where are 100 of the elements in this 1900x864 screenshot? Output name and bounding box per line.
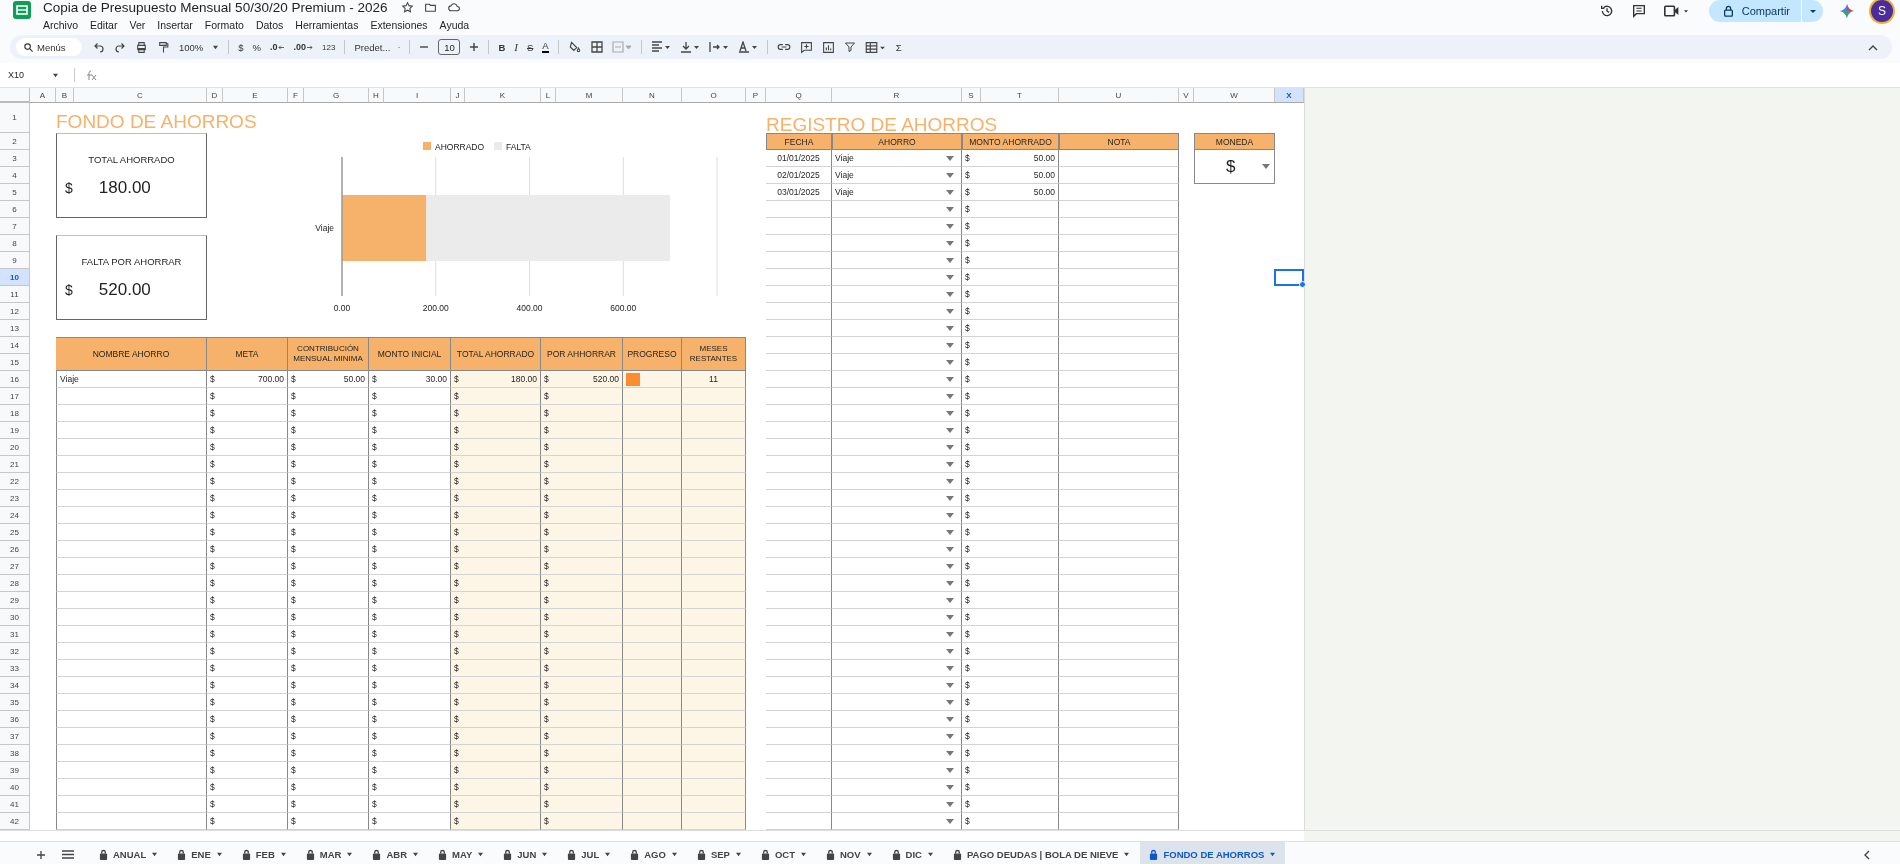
row-header[interactable]: 18 [0, 405, 30, 422]
row-header[interactable]: 27 [0, 558, 30, 575]
borders-icon[interactable] [590, 41, 603, 53]
percent-format-button[interactable]: % [252, 41, 262, 53]
row-header[interactable]: 38 [0, 745, 30, 762]
font-size-field[interactable]: 10 [438, 39, 461, 55]
fill-bucket-icon[interactable] [567, 40, 582, 54]
row-header[interactable]: 6 [0, 201, 30, 218]
row-header[interactable]: 20 [0, 439, 30, 456]
dropdown-arrow-icon[interactable] [946, 529, 954, 535]
text-wrap-icon[interactable] [708, 41, 729, 53]
row-header[interactable]: 23 [0, 490, 30, 507]
dropdown-arrow-icon[interactable] [946, 478, 954, 484]
sheet-tab[interactable]: JUL [558, 841, 621, 864]
dropdown-arrow-icon[interactable] [946, 223, 954, 229]
dropdown-arrow-icon[interactable] [946, 274, 954, 280]
number-format-button[interactable]: 123 [322, 42, 336, 52]
increase-decimals-button[interactable]: .00 [293, 42, 314, 52]
dropdown-arrow-icon[interactable] [946, 767, 954, 773]
row-header[interactable]: 31 [0, 626, 30, 643]
dropdown-arrow-icon[interactable] [946, 716, 954, 722]
row-header[interactable]: 41 [0, 796, 30, 813]
menu-item[interactable]: Editar [90, 19, 118, 31]
dropdown-arrow-icon[interactable] [946, 563, 954, 569]
paint-roller-icon[interactable] [157, 40, 170, 54]
dropdown-cell[interactable] [832, 235, 962, 252]
dropdown-cell[interactable] [832, 439, 962, 456]
search-field[interactable]: Menús [16, 38, 82, 56]
dropdown-arrow-icon[interactable] [946, 631, 954, 637]
column-header[interactable]: D [207, 88, 223, 103]
dropdown-arrow-icon[interactable] [946, 818, 954, 824]
dropdown-cell[interactable] [832, 524, 962, 541]
chevron-up-icon[interactable] [1868, 43, 1878, 51]
dropdown-cell[interactable] [832, 796, 962, 813]
dropdown-arrow-icon[interactable] [946, 546, 954, 552]
sheet-tab[interactable]: SEP [687, 841, 751, 864]
row-header[interactable]: 29 [0, 592, 30, 609]
dropdown-arrow-icon[interactable] [946, 325, 954, 331]
dropdown-arrow-icon[interactable] [946, 444, 954, 450]
text-color-button[interactable]: A [542, 41, 549, 53]
dropdown-cell[interactable] [832, 711, 962, 728]
menu-item[interactable]: Datos [255, 19, 284, 31]
sheet-tab[interactable]: ANUAL [90, 841, 168, 864]
row-header[interactable]: 8 [0, 235, 30, 252]
menu-item[interactable]: Ayuda [439, 19, 470, 31]
row-header[interactable]: 39 [0, 762, 30, 779]
vertical-align-icon[interactable] [679, 41, 700, 53]
menu-item[interactable]: Insertar [157, 19, 193, 31]
dropdown-cell[interactable] [832, 558, 962, 575]
dropdown-cell[interactable] [832, 286, 962, 303]
column-header[interactable]: X [1275, 88, 1304, 103]
dropdown-arrow-icon[interactable] [1262, 164, 1270, 169]
sheet-tab[interactable]: ENE [168, 841, 232, 864]
sheet-tab[interactable]: MAR [296, 841, 363, 864]
dropdown-cell[interactable] [832, 422, 962, 439]
column-header[interactable]: C [74, 88, 207, 103]
strikethrough-button[interactable]: S [527, 41, 534, 53]
dropdown-arrow-icon[interactable] [946, 597, 954, 603]
dropdown-arrow-icon[interactable] [946, 376, 954, 382]
sheet-tab[interactable]: NOV [816, 841, 882, 864]
column-header[interactable]: E [223, 88, 288, 103]
row-header[interactable]: 22 [0, 473, 30, 490]
dropdown-cell[interactable] [832, 609, 962, 626]
dropdown-cell[interactable] [832, 405, 962, 422]
dropdown-cell[interactable] [832, 779, 962, 796]
column-header[interactable]: S [962, 88, 981, 103]
dropdown-arrow-icon[interactable] [946, 172, 954, 178]
italic-button[interactable]: I [514, 41, 518, 53]
sheet-tab[interactable]: FONDO DE AHORROS [1140, 841, 1286, 864]
dropdown-cell[interactable]: Viaje [832, 150, 962, 167]
add-sheet-icon[interactable] [36, 849, 46, 860]
dropdown-cell[interactable] [832, 388, 962, 405]
link-icon[interactable] [776, 41, 791, 53]
column-header[interactable]: N [623, 88, 682, 103]
column-header[interactable]: A [30, 88, 56, 103]
dropdown-cell[interactable] [832, 507, 962, 524]
menu-item[interactable]: Herramientas [295, 19, 359, 31]
dropdown-cell[interactable] [832, 269, 962, 286]
column-header[interactable]: F [288, 88, 304, 103]
dropdown-arrow-icon[interactable] [946, 801, 954, 807]
dropdown-cell[interactable] [832, 643, 962, 660]
column-header[interactable]: Q [766, 88, 832, 103]
text-rotation-icon[interactable] [737, 41, 758, 53]
menu-item[interactable]: Ver [129, 19, 146, 31]
history-icon[interactable] [1598, 3, 1615, 19]
chevron-left-icon[interactable] [1863, 849, 1870, 860]
row-header[interactable]: 30 [0, 609, 30, 626]
menu-item[interactable]: Extensiones [370, 19, 428, 31]
document-title[interactable]: Copia de Presupuesto Mensual 50/30/20 Premium - 2026 [43, 0, 388, 15]
dropdown-cell[interactable] [832, 745, 962, 762]
sheet-tab[interactable]: PAGO DEUDAS | BOLA DE NIEVE [943, 841, 1140, 864]
sheets-logo-icon[interactable] [12, 0, 32, 20]
dropdown-cell[interactable]: Viaje [832, 167, 962, 184]
dropdown-arrow-icon[interactable] [946, 206, 954, 212]
dropdown-cell[interactable] [832, 762, 962, 779]
dropdown-arrow-icon[interactable] [946, 580, 954, 586]
dropdown-arrow-icon[interactable] [946, 308, 954, 314]
functions-button[interactable]: Σ [895, 41, 902, 53]
row-header[interactable]: 16 [0, 371, 30, 388]
dropdown-arrow-icon[interactable] [946, 495, 954, 501]
